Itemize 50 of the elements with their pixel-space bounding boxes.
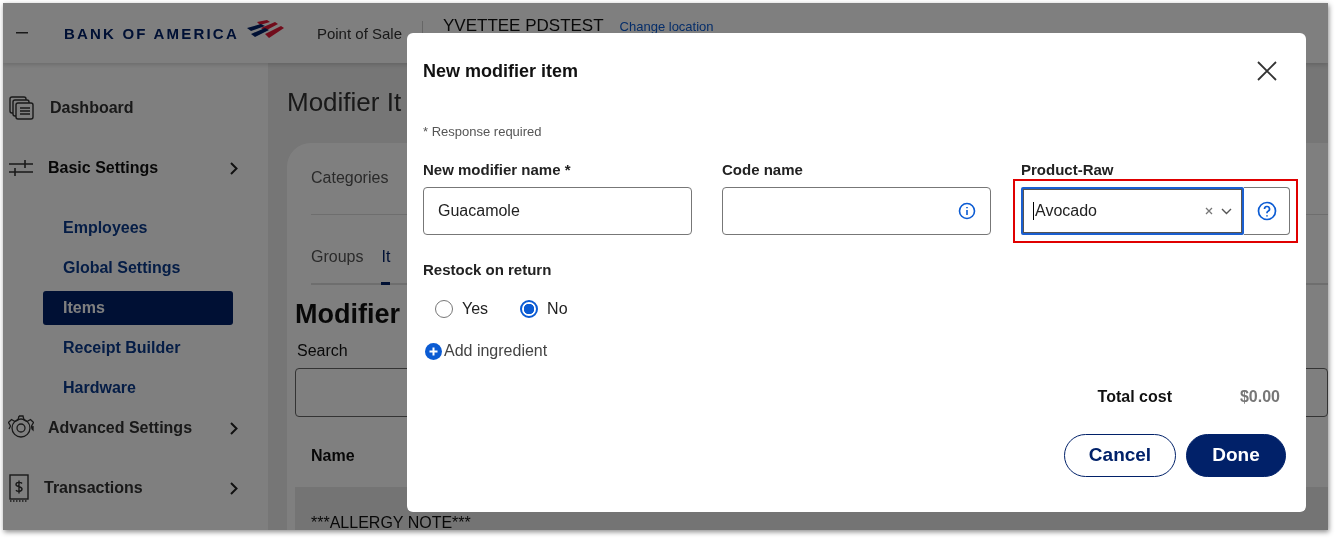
- select-value: Avocado: [1033, 202, 1197, 220]
- sidebar-subitem[interactable]: Employees: [43, 211, 233, 245]
- sidebar-subitem[interactable]: Global Settings: [43, 251, 233, 285]
- column-header: Name: [311, 447, 355, 464]
- sidebar-subitem[interactable]: Hardware: [43, 371, 233, 405]
- location-name: YVETTEE PDSTEST: [443, 16, 604, 36]
- modal-title: New modifier item: [423, 60, 579, 82]
- sidebar-subitem[interactable]: Receipt Builder: [43, 331, 233, 365]
- field-label: Product-Raw: [1021, 161, 1115, 179]
- total-label: Total cost: [1097, 387, 1172, 406]
- info-icon: [958, 202, 976, 220]
- section-title: Modifier: [295, 299, 400, 330]
- done-button[interactable]: Done: [1186, 433, 1286, 477]
- add-ingredient-link[interactable]: Add ingredient: [425, 342, 548, 360]
- close-icon[interactable]: [1257, 61, 1277, 81]
- select-field[interactable]: Avocado: [1021, 187, 1244, 235]
- help-icon: [1256, 201, 1277, 221]
- sidebar-item[interactable]: Transactions: [44, 479, 230, 497]
- search-label: Search: [297, 342, 348, 360]
- field-label: New modifier name *: [423, 161, 572, 179]
- dashboard-icon: [8, 95, 36, 121]
- page-title: Modifier It: [287, 87, 403, 119]
- field-label: Restock on return: [423, 261, 553, 278]
- help-button[interactable]: [1244, 187, 1290, 235]
- tab[interactable]: It: [381, 248, 391, 285]
- radio-label: No: [547, 300, 568, 318]
- change-location-link[interactable]: Change location: [619, 18, 714, 34]
- logo-text: BANK OF AMERICA: [64, 24, 239, 42]
- input-field[interactable]: [722, 187, 991, 235]
- plus-circle-icon: [425, 342, 442, 360]
- tab[interactable]: Categories: [311, 169, 389, 206]
- cancel-button[interactable]: Cancel: [1064, 433, 1176, 477]
- sidebar-item[interactable]: Dashboard: [50, 99, 268, 117]
- sidebar-subitem[interactable]: Items: [43, 291, 233, 325]
- chevron-down-icon[interactable]: [1221, 207, 1232, 215]
- total-value: $0.00: [1239, 387, 1280, 406]
- required-note: * Response required: [423, 124, 543, 139]
- receipt-icon: [8, 474, 30, 502]
- tab[interactable]: Groups: [311, 248, 364, 285]
- sidebar-item[interactable]: Basic Settings: [48, 159, 230, 177]
- clear-icon[interactable]: [1205, 207, 1213, 215]
- field-label: Code name: [722, 161, 804, 179]
- table-cell: ***ALLERGY NOTE***: [311, 514, 471, 530]
- gear-icon: [8, 415, 34, 441]
- app-name: Point of Sale: [316, 24, 402, 42]
- sliders-icon: [8, 160, 34, 176]
- radio-button[interactable]: [520, 300, 539, 318]
- sidebar-item[interactable]: Advanced Settings: [48, 419, 230, 437]
- radio-label: Yes: [462, 300, 489, 318]
- input-field[interactable]: Guacamole: [423, 187, 692, 235]
